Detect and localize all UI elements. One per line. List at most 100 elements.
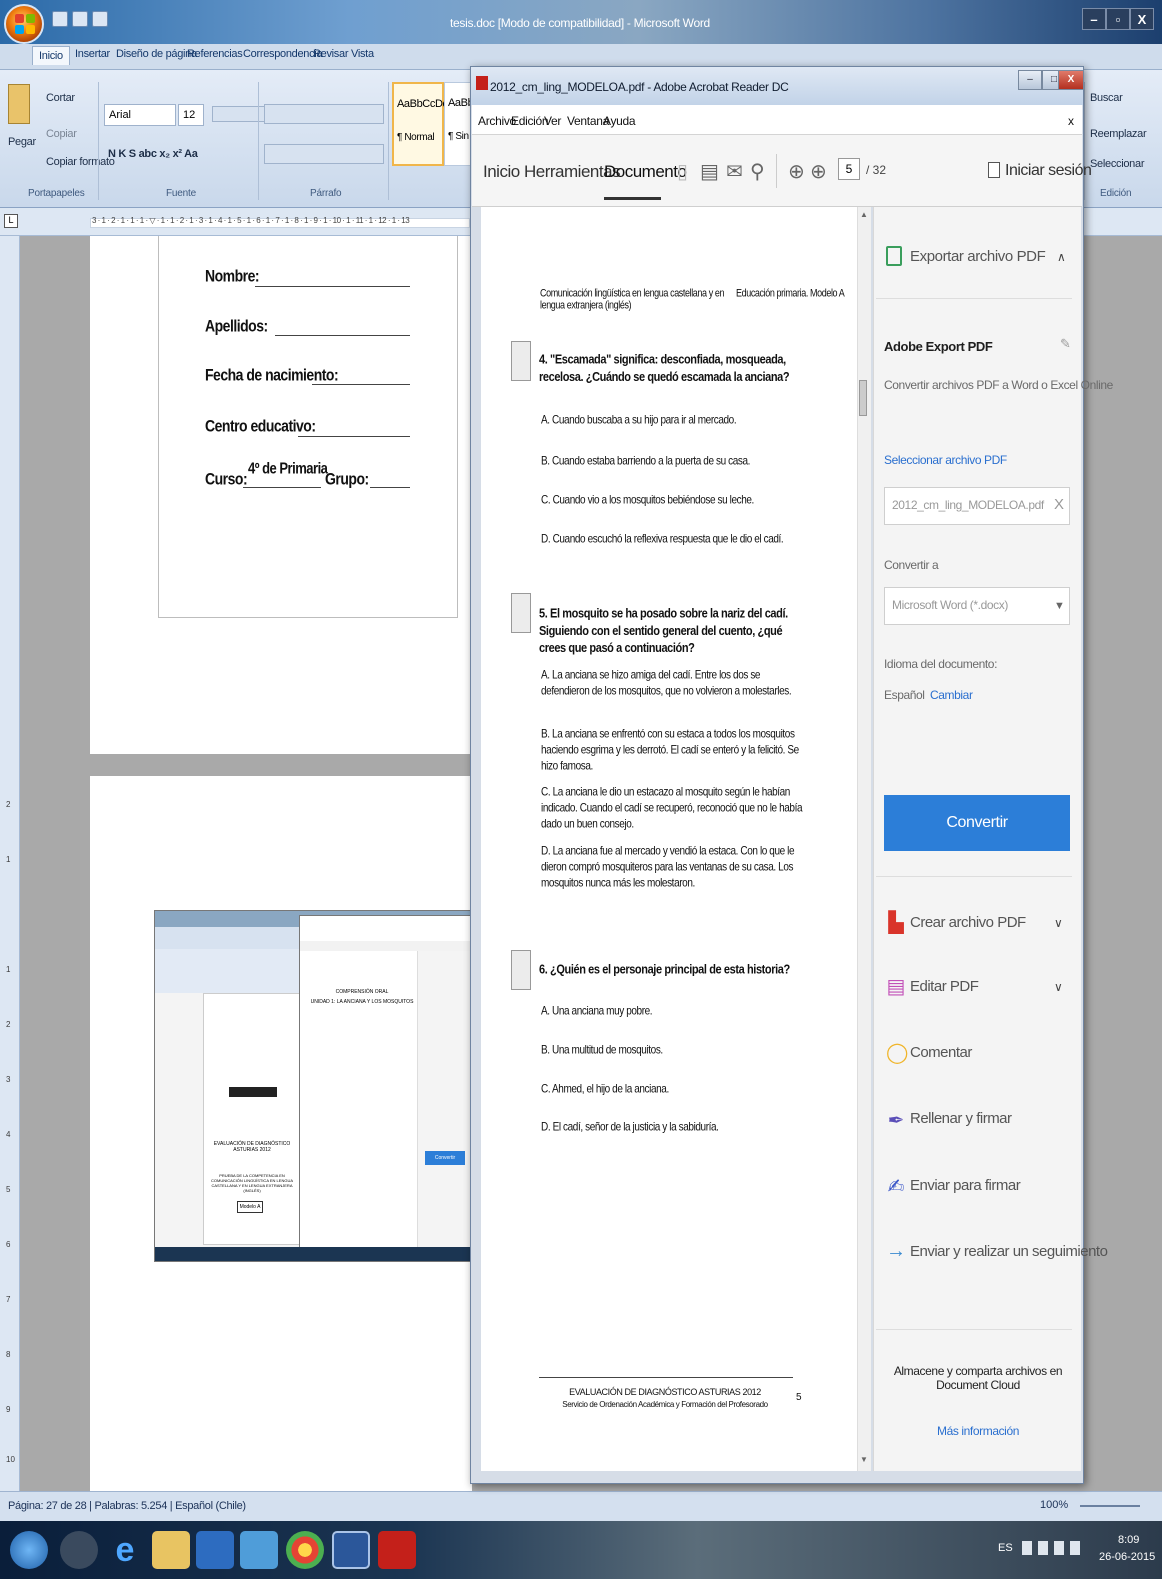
answer-box[interactable] xyxy=(511,950,531,990)
convert-button[interactable]: Convertir xyxy=(884,795,1070,851)
print-icon[interactable]: ▤ xyxy=(700,159,719,184)
info-icon[interactable]: ✎ xyxy=(1060,336,1071,352)
font-size-select[interactable]: 12 xyxy=(178,104,204,126)
style-normal[interactable]: AaBbCcDc ¶ Normal xyxy=(392,82,448,166)
media-player-icon[interactable] xyxy=(60,1531,98,1569)
tab-vista[interactable]: Vista xyxy=(351,48,374,60)
pdf-viewer[interactable] xyxy=(481,207,857,1471)
chevron-up-icon[interactable]: ∧ xyxy=(1057,250,1066,264)
format-painter-button[interactable]: Copiar formato xyxy=(46,156,115,168)
minimize-button[interactable]: – xyxy=(1082,8,1106,30)
format-value: Microsoft Word (*.docx) xyxy=(892,598,1008,612)
tab-inicio[interactable]: Inicio xyxy=(32,46,70,65)
tool-send-track[interactable]: Enviar y realizar un seguimiento xyxy=(910,1243,1108,1260)
menu-edicion[interactable]: Edición xyxy=(511,114,549,128)
redo-icon[interactable] xyxy=(92,11,108,27)
select-pdf-link[interactable]: Seleccionar archivo PDF xyxy=(884,453,1007,467)
tool-fill-sign[interactable]: Rellenar y firmar xyxy=(910,1110,1012,1127)
maximize-button[interactable]: ▫ xyxy=(1106,8,1130,30)
answer-box[interactable] xyxy=(511,593,531,633)
font-format-row[interactable]: N K S abc x₂ x² Aa xyxy=(108,148,198,160)
question-6-option-d: D. El cadí, señor de la justicia y la sa… xyxy=(541,1121,719,1134)
page-number-input[interactable]: 5 xyxy=(838,158,860,180)
tasks-icon[interactable] xyxy=(240,1531,278,1569)
selected-file-name: 2012_cm_ling_MODELOA.pdf xyxy=(892,498,1044,512)
undo-icon[interactable] xyxy=(72,11,88,27)
menu-ayuda[interactable]: Ayuda xyxy=(603,114,636,128)
copy-button[interactable]: Copiar xyxy=(46,128,77,140)
tray-icons[interactable] xyxy=(1022,1541,1086,1555)
tab-revisar[interactable]: Revisar xyxy=(313,48,348,60)
scroll-down-icon[interactable]: ▼ xyxy=(860,1455,868,1464)
change-language-link[interactable]: Cambiar xyxy=(930,688,973,702)
office-button[interactable] xyxy=(4,4,44,44)
answer-box[interactable] xyxy=(511,341,531,381)
clock-date[interactable]: 26-06-2015 xyxy=(1099,1551,1155,1563)
find-button[interactable]: Buscar xyxy=(1090,92,1123,104)
surname-line[interactable] xyxy=(275,335,410,336)
chrome-icon[interactable] xyxy=(286,1531,324,1569)
menu-ver[interactable]: Ver xyxy=(544,114,561,128)
scroll-up-icon[interactable]: ▲ xyxy=(860,210,868,219)
group-line[interactable] xyxy=(370,487,410,488)
previous-page-icon[interactable]: ⊕ xyxy=(788,159,805,184)
cut-button[interactable]: Cortar xyxy=(46,92,75,104)
clipboard-group-label: Portapapeles xyxy=(28,188,85,199)
save-icon[interactable] xyxy=(52,11,68,27)
more-info-link[interactable]: Más información xyxy=(886,1424,1070,1438)
chevron-down-icon[interactable]: ∨ xyxy=(1054,980,1063,994)
birth-line[interactable] xyxy=(312,384,410,385)
tab-documento[interactable]: Documento xyxy=(604,162,687,182)
acrobat-minimize-button[interactable]: – xyxy=(1018,70,1042,90)
export-pdf-title[interactable]: Exportar archivo PDF xyxy=(910,248,1046,265)
zoom-slider[interactable] xyxy=(1080,1505,1140,1507)
acrobat-close-button[interactable]: X xyxy=(1058,70,1084,90)
font-name-select[interactable]: Arial xyxy=(104,104,176,126)
tool-create-pdf[interactable]: Crear archivo PDF xyxy=(910,914,1026,931)
tab-selector[interactable]: L xyxy=(4,214,18,228)
style-sin-espaciado[interactable]: AaBbCcD ¶ Sin espa... xyxy=(444,82,472,166)
start-button[interactable] xyxy=(10,1531,48,1569)
tab-referencias[interactable]: Referencias xyxy=(187,48,243,60)
tab-inicio-acrobat[interactable]: Inicio xyxy=(483,162,520,182)
paste-icon[interactable] xyxy=(8,84,30,124)
name-line[interactable] xyxy=(255,286,410,287)
create-pdf-icon: ▙ xyxy=(888,912,904,934)
alignment-buttons[interactable] xyxy=(264,144,384,164)
file-explorer-icon[interactable] xyxy=(152,1531,190,1569)
tab-insertar[interactable]: Insertar xyxy=(75,48,110,60)
chevron-down-icon[interactable]: ∨ xyxy=(1054,916,1063,930)
list-buttons[interactable] xyxy=(264,104,384,124)
clock-time[interactable]: 8:09 xyxy=(1118,1534,1139,1546)
next-page-icon[interactable]: ⊕ xyxy=(810,159,827,184)
tab-diseno[interactable]: Diseño de página xyxy=(116,48,197,60)
internet-explorer-icon[interactable]: e xyxy=(106,1531,144,1569)
school-line[interactable] xyxy=(298,436,410,437)
close-button[interactable]: X xyxy=(1130,8,1154,30)
language-indicator[interactable]: ES xyxy=(998,1542,1013,1554)
tool-comment[interactable]: Comentar xyxy=(910,1044,972,1061)
replace-button[interactable]: Reemplazar xyxy=(1090,128,1147,140)
word-icon[interactable] xyxy=(332,1531,370,1569)
menu-close-icon[interactable]: x xyxy=(1068,114,1074,128)
course-line[interactable] xyxy=(243,487,321,488)
clear-file-icon[interactable]: X xyxy=(1054,496,1064,513)
chevron-down-icon[interactable]: ▼ xyxy=(1054,600,1065,612)
tool-send-signature[interactable]: Enviar para firmar xyxy=(910,1177,1021,1194)
signin-link[interactable]: Iniciar sesión xyxy=(1005,162,1092,180)
zoom-level[interactable]: 100% xyxy=(1040,1499,1068,1511)
scroll-thumb[interactable] xyxy=(859,380,867,416)
tab-correspondencia[interactable]: Correspondencia xyxy=(243,48,323,60)
paste-label[interactable]: Pegar xyxy=(8,136,36,148)
signin-icon[interactable] xyxy=(988,162,1000,178)
save-file-icon[interactable]: ▯ xyxy=(677,159,688,184)
outlook-icon[interactable] xyxy=(196,1531,234,1569)
pane-divider xyxy=(876,1329,1072,1330)
tool-edit-pdf[interactable]: Editar PDF xyxy=(910,978,979,995)
search-icon[interactable]: ⚲ xyxy=(750,159,765,184)
acrobat-icon[interactable] xyxy=(378,1531,416,1569)
export-description: Convertir archivos PDF a Word o Excel On… xyxy=(884,378,1113,392)
email-icon[interactable]: ✉ xyxy=(726,159,743,184)
edit-pdf-icon: ▤ xyxy=(886,976,906,998)
select-button[interactable]: Seleccionar xyxy=(1090,158,1144,170)
